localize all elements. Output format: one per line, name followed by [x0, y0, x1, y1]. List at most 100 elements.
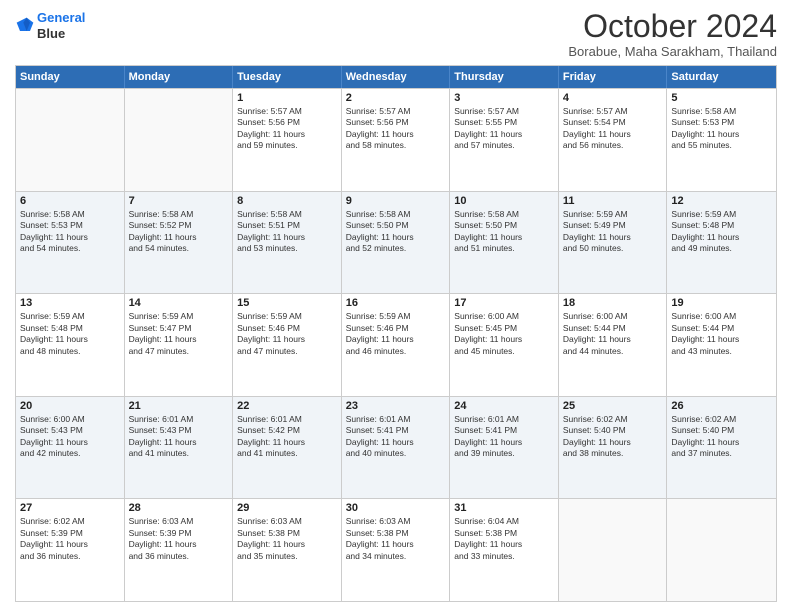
- calendar-cell: 8Sunrise: 5:58 AMSunset: 5:51 PMDaylight…: [233, 192, 342, 294]
- calendar-cell: 26Sunrise: 6:02 AMSunset: 5:40 PMDayligh…: [667, 397, 776, 499]
- calendar-cell: 13 Sunrise: 5:59 AMSunset: 5:48 PMDayligh…: [16, 294, 125, 396]
- cell-info: Sunrise: 5:58 AMSunset: 5:50 PMDaylight:…: [454, 209, 554, 255]
- month-title: October 2024: [568, 10, 777, 42]
- day-number: 13: [20, 297, 120, 309]
- day-number: 9: [346, 195, 446, 207]
- calendar-cell: 4Sunrise: 5:57 AMSunset: 5:54 PMDaylight…: [559, 89, 668, 191]
- day-number: 12: [671, 195, 772, 207]
- day-number: 18: [563, 297, 663, 309]
- calendar-cell: 5Sunrise: 5:58 AMSunset: 5:53 PMDaylight…: [667, 89, 776, 191]
- calendar-row: 6 Sunrise: 5:58 AMSunset: 5:53 PMDaylight…: [16, 191, 776, 294]
- cell-info: Sunrise: 5:59 AMSunset: 5:49 PMDaylight:…: [563, 209, 663, 255]
- calendar-cell: 23 Sunrise: 6:01 AMSunset: 5:41 PMDayligh…: [342, 397, 451, 499]
- weekday-header: Monday: [125, 66, 234, 88]
- cell-info: Sunrise: 5:58 AMSunset: 5:50 PMDaylight:…: [346, 209, 446, 255]
- cell-info: Sunrise: 6:03 AMSunset: 5:39 PMDaylight:…: [129, 516, 229, 562]
- cell-info: Sunrise: 5:58 AMSunset: 5:53 PMDaylight:…: [20, 209, 120, 255]
- cell-info: Sunrise: 5:59 AMSunset: 5:47 PMDaylight:…: [129, 311, 229, 357]
- day-number: 17: [454, 297, 554, 309]
- calendar-cell: 25Sunrise: 6:02 AMSunset: 5:40 PMDayligh…: [559, 397, 668, 499]
- calendar-cell: 9 Sunrise: 5:58 AMSunset: 5:50 PMDaylight…: [342, 192, 451, 294]
- cell-info: Sunrise: 6:04 AMSunset: 5:38 PMDaylight:…: [454, 516, 554, 562]
- cell-info: Sunrise: 6:00 AMSunset: 5:45 PMDaylight:…: [454, 311, 554, 357]
- day-number: 31: [454, 502, 554, 514]
- cell-info: Sunrise: 6:01 AMSunset: 5:43 PMDaylight:…: [129, 414, 229, 460]
- cell-info: Sunrise: 6:03 AMSunset: 5:38 PMDaylight:…: [237, 516, 337, 562]
- calendar: SundayMondayTuesdayWednesdayThursdayFrid…: [15, 65, 777, 602]
- day-number: 16: [346, 297, 446, 309]
- calendar-cell: 24 Sunrise: 6:01 AMSunset: 5:41 PMDayligh…: [450, 397, 559, 499]
- day-number: 7: [129, 195, 229, 207]
- weekday-header: Friday: [559, 66, 668, 88]
- day-number: 29: [237, 502, 337, 514]
- calendar-cell: 12 Sunrise: 5:59 AMSunset: 5:48 PMDayligh…: [667, 192, 776, 294]
- day-number: 21: [129, 400, 229, 412]
- day-number: 6: [20, 195, 120, 207]
- day-number: 10: [454, 195, 554, 207]
- logo-text: General Blue: [37, 10, 85, 41]
- weekday-header: Wednesday: [342, 66, 451, 88]
- day-number: 1: [237, 92, 337, 104]
- calendar-cell: 6 Sunrise: 5:58 AMSunset: 5:53 PMDaylight…: [16, 192, 125, 294]
- weekday-header: Thursday: [450, 66, 559, 88]
- cell-info: Sunrise: 6:02 AMSunset: 5:40 PMDaylight:…: [563, 414, 663, 460]
- weekday-header: Sunday: [16, 66, 125, 88]
- calendar-cell: 21 Sunrise: 6:01 AMSunset: 5:43 PMDayligh…: [125, 397, 234, 499]
- calendar-cell: 28Sunrise: 6:03 AMSunset: 5:39 PMDayligh…: [125, 499, 234, 601]
- calendar-row: 27Sunrise: 6:02 AMSunset: 5:39 PMDayligh…: [16, 498, 776, 601]
- cell-info: Sunrise: 6:00 AMSunset: 5:44 PMDaylight:…: [671, 311, 772, 357]
- cell-info: Sunrise: 5:59 AMSunset: 5:46 PMDaylight:…: [237, 311, 337, 357]
- page: General Blue October 2024 Borabue, Maha …: [0, 0, 792, 612]
- logo: General Blue: [15, 10, 85, 41]
- day-number: 20: [20, 400, 120, 412]
- calendar-cell: 14 Sunrise: 5:59 AMSunset: 5:47 PMDayligh…: [125, 294, 234, 396]
- day-number: 30: [346, 502, 446, 514]
- cell-info: Sunrise: 6:01 AMSunset: 5:41 PMDaylight:…: [454, 414, 554, 460]
- cell-info: Sunrise: 5:57 AMSunset: 5:55 PMDaylight:…: [454, 106, 554, 152]
- calendar-cell: 17 Sunrise: 6:00 AMSunset: 5:45 PMDayligh…: [450, 294, 559, 396]
- empty-cell: [125, 89, 234, 191]
- weekday-header: Saturday: [667, 66, 776, 88]
- calendar-body: 1 Sunrise: 5:57 AMSunset: 5:56 PMDaylight…: [16, 88, 776, 601]
- cell-info: Sunrise: 5:57 AMSunset: 5:54 PMDaylight:…: [563, 106, 663, 152]
- logo-icon: [15, 16, 35, 36]
- calendar-row: 1 Sunrise: 5:57 AMSunset: 5:56 PMDaylight…: [16, 88, 776, 191]
- cell-info: Sunrise: 5:59 AMSunset: 5:46 PMDaylight:…: [346, 311, 446, 357]
- day-number: 14: [129, 297, 229, 309]
- calendar-cell: 3 Sunrise: 5:57 AMSunset: 5:55 PMDaylight…: [450, 89, 559, 191]
- cell-info: Sunrise: 5:58 AMSunset: 5:53 PMDaylight:…: [671, 106, 772, 152]
- calendar-cell: 7 Sunrise: 5:58 AMSunset: 5:52 PMDaylight…: [125, 192, 234, 294]
- day-number: 19: [671, 297, 772, 309]
- empty-cell: [667, 499, 776, 601]
- calendar-cell: 10 Sunrise: 5:58 AMSunset: 5:50 PMDayligh…: [450, 192, 559, 294]
- day-number: 8: [237, 195, 337, 207]
- calendar-cell: 27Sunrise: 6:02 AMSunset: 5:39 PMDayligh…: [16, 499, 125, 601]
- weekday-header: Tuesday: [233, 66, 342, 88]
- calendar-cell: 20Sunrise: 6:00 AMSunset: 5:43 PMDayligh…: [16, 397, 125, 499]
- title-section: October 2024 Borabue, Maha Sarakham, Tha…: [568, 10, 777, 59]
- cell-info: Sunrise: 6:00 AMSunset: 5:44 PMDaylight:…: [563, 311, 663, 357]
- empty-cell: [16, 89, 125, 191]
- empty-cell: [559, 499, 668, 601]
- calendar-cell: 19 Sunrise: 6:00 AMSunset: 5:44 PMDayligh…: [667, 294, 776, 396]
- calendar-row: 13 Sunrise: 5:59 AMSunset: 5:48 PMDayligh…: [16, 293, 776, 396]
- cell-info: Sunrise: 6:01 AMSunset: 5:42 PMDaylight:…: [237, 414, 337, 460]
- cell-info: Sunrise: 6:01 AMSunset: 5:41 PMDaylight:…: [346, 414, 446, 460]
- cell-info: Sunrise: 5:59 AMSunset: 5:48 PMDaylight:…: [20, 311, 120, 357]
- calendar-cell: 1 Sunrise: 5:57 AMSunset: 5:56 PMDaylight…: [233, 89, 342, 191]
- calendar-cell: 2Sunrise: 5:57 AMSunset: 5:56 PMDaylight…: [342, 89, 451, 191]
- calendar-cell: 29 Sunrise: 6:03 AMSunset: 5:38 PMDayligh…: [233, 499, 342, 601]
- calendar-cell: 11Sunrise: 5:59 AMSunset: 5:49 PMDayligh…: [559, 192, 668, 294]
- cell-info: Sunrise: 6:03 AMSunset: 5:38 PMDaylight:…: [346, 516, 446, 562]
- header: General Blue October 2024 Borabue, Maha …: [15, 10, 777, 59]
- cell-info: Sunrise: 5:58 AMSunset: 5:52 PMDaylight:…: [129, 209, 229, 255]
- day-number: 23: [346, 400, 446, 412]
- day-number: 24: [454, 400, 554, 412]
- day-number: 15: [237, 297, 337, 309]
- day-number: 3: [454, 92, 554, 104]
- cell-info: Sunrise: 5:57 AMSunset: 5:56 PMDaylight:…: [237, 106, 337, 152]
- calendar-cell: 16 Sunrise: 5:59 AMSunset: 5:46 PMDayligh…: [342, 294, 451, 396]
- logo-blue: Blue: [37, 26, 85, 42]
- cell-info: Sunrise: 5:59 AMSunset: 5:48 PMDaylight:…: [671, 209, 772, 255]
- calendar-cell: 15 Sunrise: 5:59 AMSunset: 5:46 PMDayligh…: [233, 294, 342, 396]
